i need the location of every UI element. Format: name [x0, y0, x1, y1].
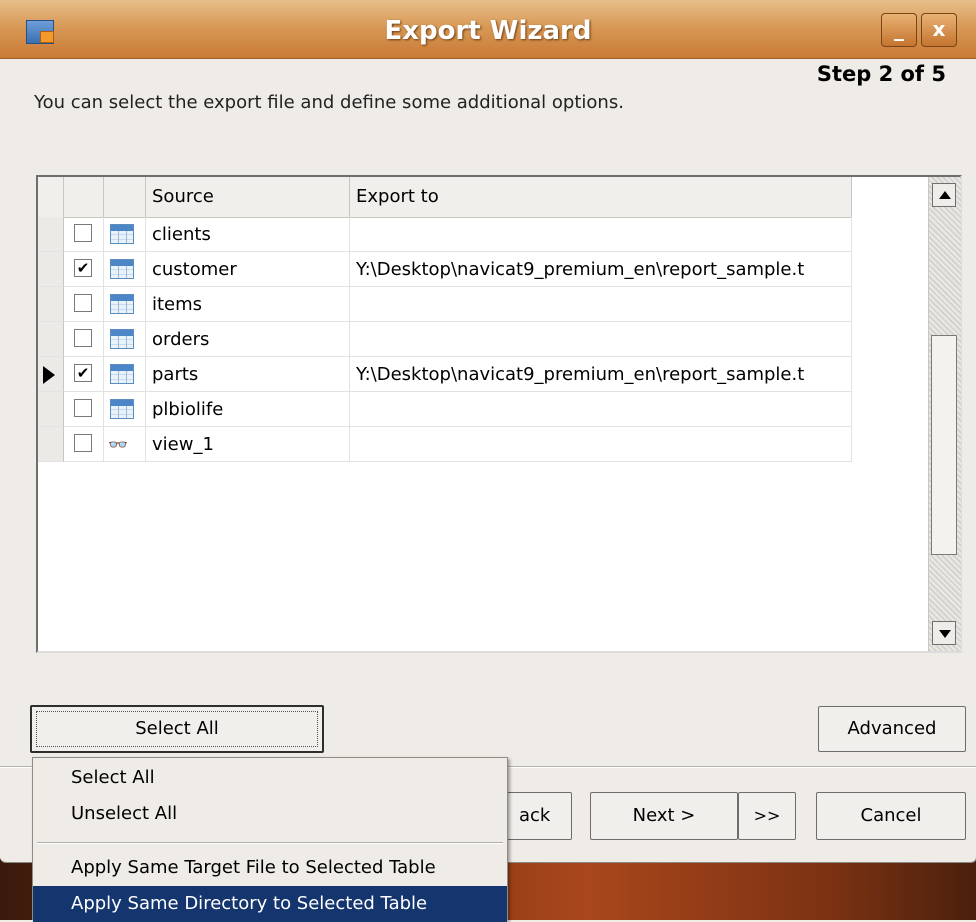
header-source[interactable]: Source [146, 177, 350, 217]
source-cell[interactable]: orders [146, 322, 350, 357]
header-checkbox-cell [64, 177, 104, 217]
scroll-down-button[interactable] [932, 621, 956, 645]
checkbox-cell: ✔ [64, 357, 104, 392]
scroll-thumb[interactable] [931, 335, 957, 555]
icon-cell [104, 217, 146, 252]
window-title: Export Wizard [384, 16, 592, 46]
row-checkbox[interactable] [74, 329, 92, 347]
cancel-button[interactable]: Cancel [816, 792, 966, 840]
icon-cell [104, 322, 146, 357]
menu-item-apply-same-target-file[interactable]: Apply Same Target File to Selected Table [33, 850, 507, 886]
current-row-arrow-icon [43, 366, 55, 384]
table-icon [110, 364, 134, 384]
checkbox-cell [64, 287, 104, 322]
export-to-cell[interactable]: Y:\Desktop\navicat9_premium_en\report_sa… [350, 252, 852, 287]
grid-header: Source Export to [38, 177, 852, 218]
menu-item-apply-same-directory[interactable]: Apply Same Directory to Selected Table [33, 886, 507, 922]
menu-separator [37, 842, 503, 844]
icon-cell [104, 287, 146, 322]
row-checkbox[interactable] [74, 224, 92, 242]
checkbox-cell [64, 427, 104, 462]
minimize-button[interactable]: _ [881, 13, 917, 47]
header-indicator-cell [38, 177, 64, 217]
close-button[interactable]: x [921, 13, 957, 47]
header-icon-cell [104, 177, 146, 217]
table-icon [110, 224, 134, 244]
row-checkbox[interactable] [74, 294, 92, 312]
export-to-cell[interactable] [350, 322, 852, 357]
next-button[interactable]: Next > [590, 792, 738, 840]
scroll-up-button[interactable] [932, 183, 956, 207]
icon-cell [104, 357, 146, 392]
row-indicator[interactable] [38, 392, 64, 427]
table-row[interactable]: 👓 view_1 [38, 427, 852, 462]
source-cell[interactable]: view_1 [146, 427, 350, 462]
checkbox-cell [64, 322, 104, 357]
row-indicator[interactable] [38, 287, 64, 322]
table-row[interactable]: ✔ customer Y:\Desktop\navicat9_premium_en\… [38, 252, 852, 287]
table-row[interactable]: clients [38, 217, 852, 252]
export-to-cell[interactable] [350, 287, 852, 322]
checkbox-cell [64, 392, 104, 427]
last-step-button[interactable]: >> [738, 792, 796, 840]
source-cell[interactable]: customer [146, 252, 350, 287]
menu-item-select-all[interactable]: Select All [33, 760, 507, 796]
table-icon [110, 294, 134, 314]
row-indicator[interactable] [38, 322, 64, 357]
export-to-cell[interactable] [350, 217, 852, 252]
export-to-cell[interactable] [350, 392, 852, 427]
table-row[interactable]: plbiolife [38, 392, 852, 427]
row-checkbox[interactable]: ✔ [74, 364, 92, 382]
export-to-cell[interactable] [350, 427, 852, 462]
export-table-grid[interactable]: Source Export to clients ✔ customer Y:\Desk… [36, 175, 962, 653]
view-icon: 👓 [108, 435, 128, 454]
row-checkbox[interactable] [74, 434, 92, 452]
table-icon [110, 399, 134, 419]
advanced-button[interactable]: Advanced [818, 706, 966, 752]
menu-item-unselect-all[interactable]: Unselect All [33, 796, 507, 832]
icon-cell [104, 252, 146, 287]
table-icon [110, 259, 134, 279]
source-cell[interactable]: clients [146, 217, 350, 252]
table-row[interactable]: items [38, 287, 852, 322]
source-cell[interactable]: plbiolife [146, 392, 350, 427]
checkbox-cell [64, 217, 104, 252]
row-indicator[interactable] [38, 252, 64, 287]
export-to-cell[interactable]: Y:\Desktop\navicat9_premium_en\report_sa… [350, 357, 852, 392]
table-row[interactable]: orders [38, 322, 852, 357]
header-export-to[interactable]: Export to [350, 177, 852, 217]
checkbox-cell: ✔ [64, 252, 104, 287]
table-icon [110, 329, 134, 349]
row-indicator[interactable] [38, 357, 64, 392]
icon-cell: 👓 [104, 427, 146, 462]
row-indicator[interactable] [38, 217, 64, 252]
select-all-button[interactable]: Select All [30, 705, 324, 753]
select-all-dropdown-menu: Select All Unselect All Apply Same Targe… [32, 757, 508, 922]
icon-cell [104, 392, 146, 427]
table-row[interactable]: ✔ parts Y:\Desktop\navicat9_premium_en\rep… [38, 357, 852, 392]
source-cell[interactable]: parts [146, 357, 350, 392]
export-wizard-window: Export Wizard _ x Step 2 of 5 You can se… [0, 0, 976, 863]
row-indicator[interactable] [38, 427, 64, 462]
source-cell[interactable]: items [146, 287, 350, 322]
row-checkbox[interactable] [74, 399, 92, 417]
row-checkbox[interactable]: ✔ [74, 259, 92, 277]
title-bar[interactable]: Export Wizard _ x [0, 0, 976, 59]
select-all-label: Select All [135, 718, 219, 739]
instructions-text: You can select the export file and defin… [34, 92, 624, 113]
vertical-scrollbar[interactable] [928, 177, 961, 651]
step-indicator: Step 2 of 5 [816, 62, 946, 86]
